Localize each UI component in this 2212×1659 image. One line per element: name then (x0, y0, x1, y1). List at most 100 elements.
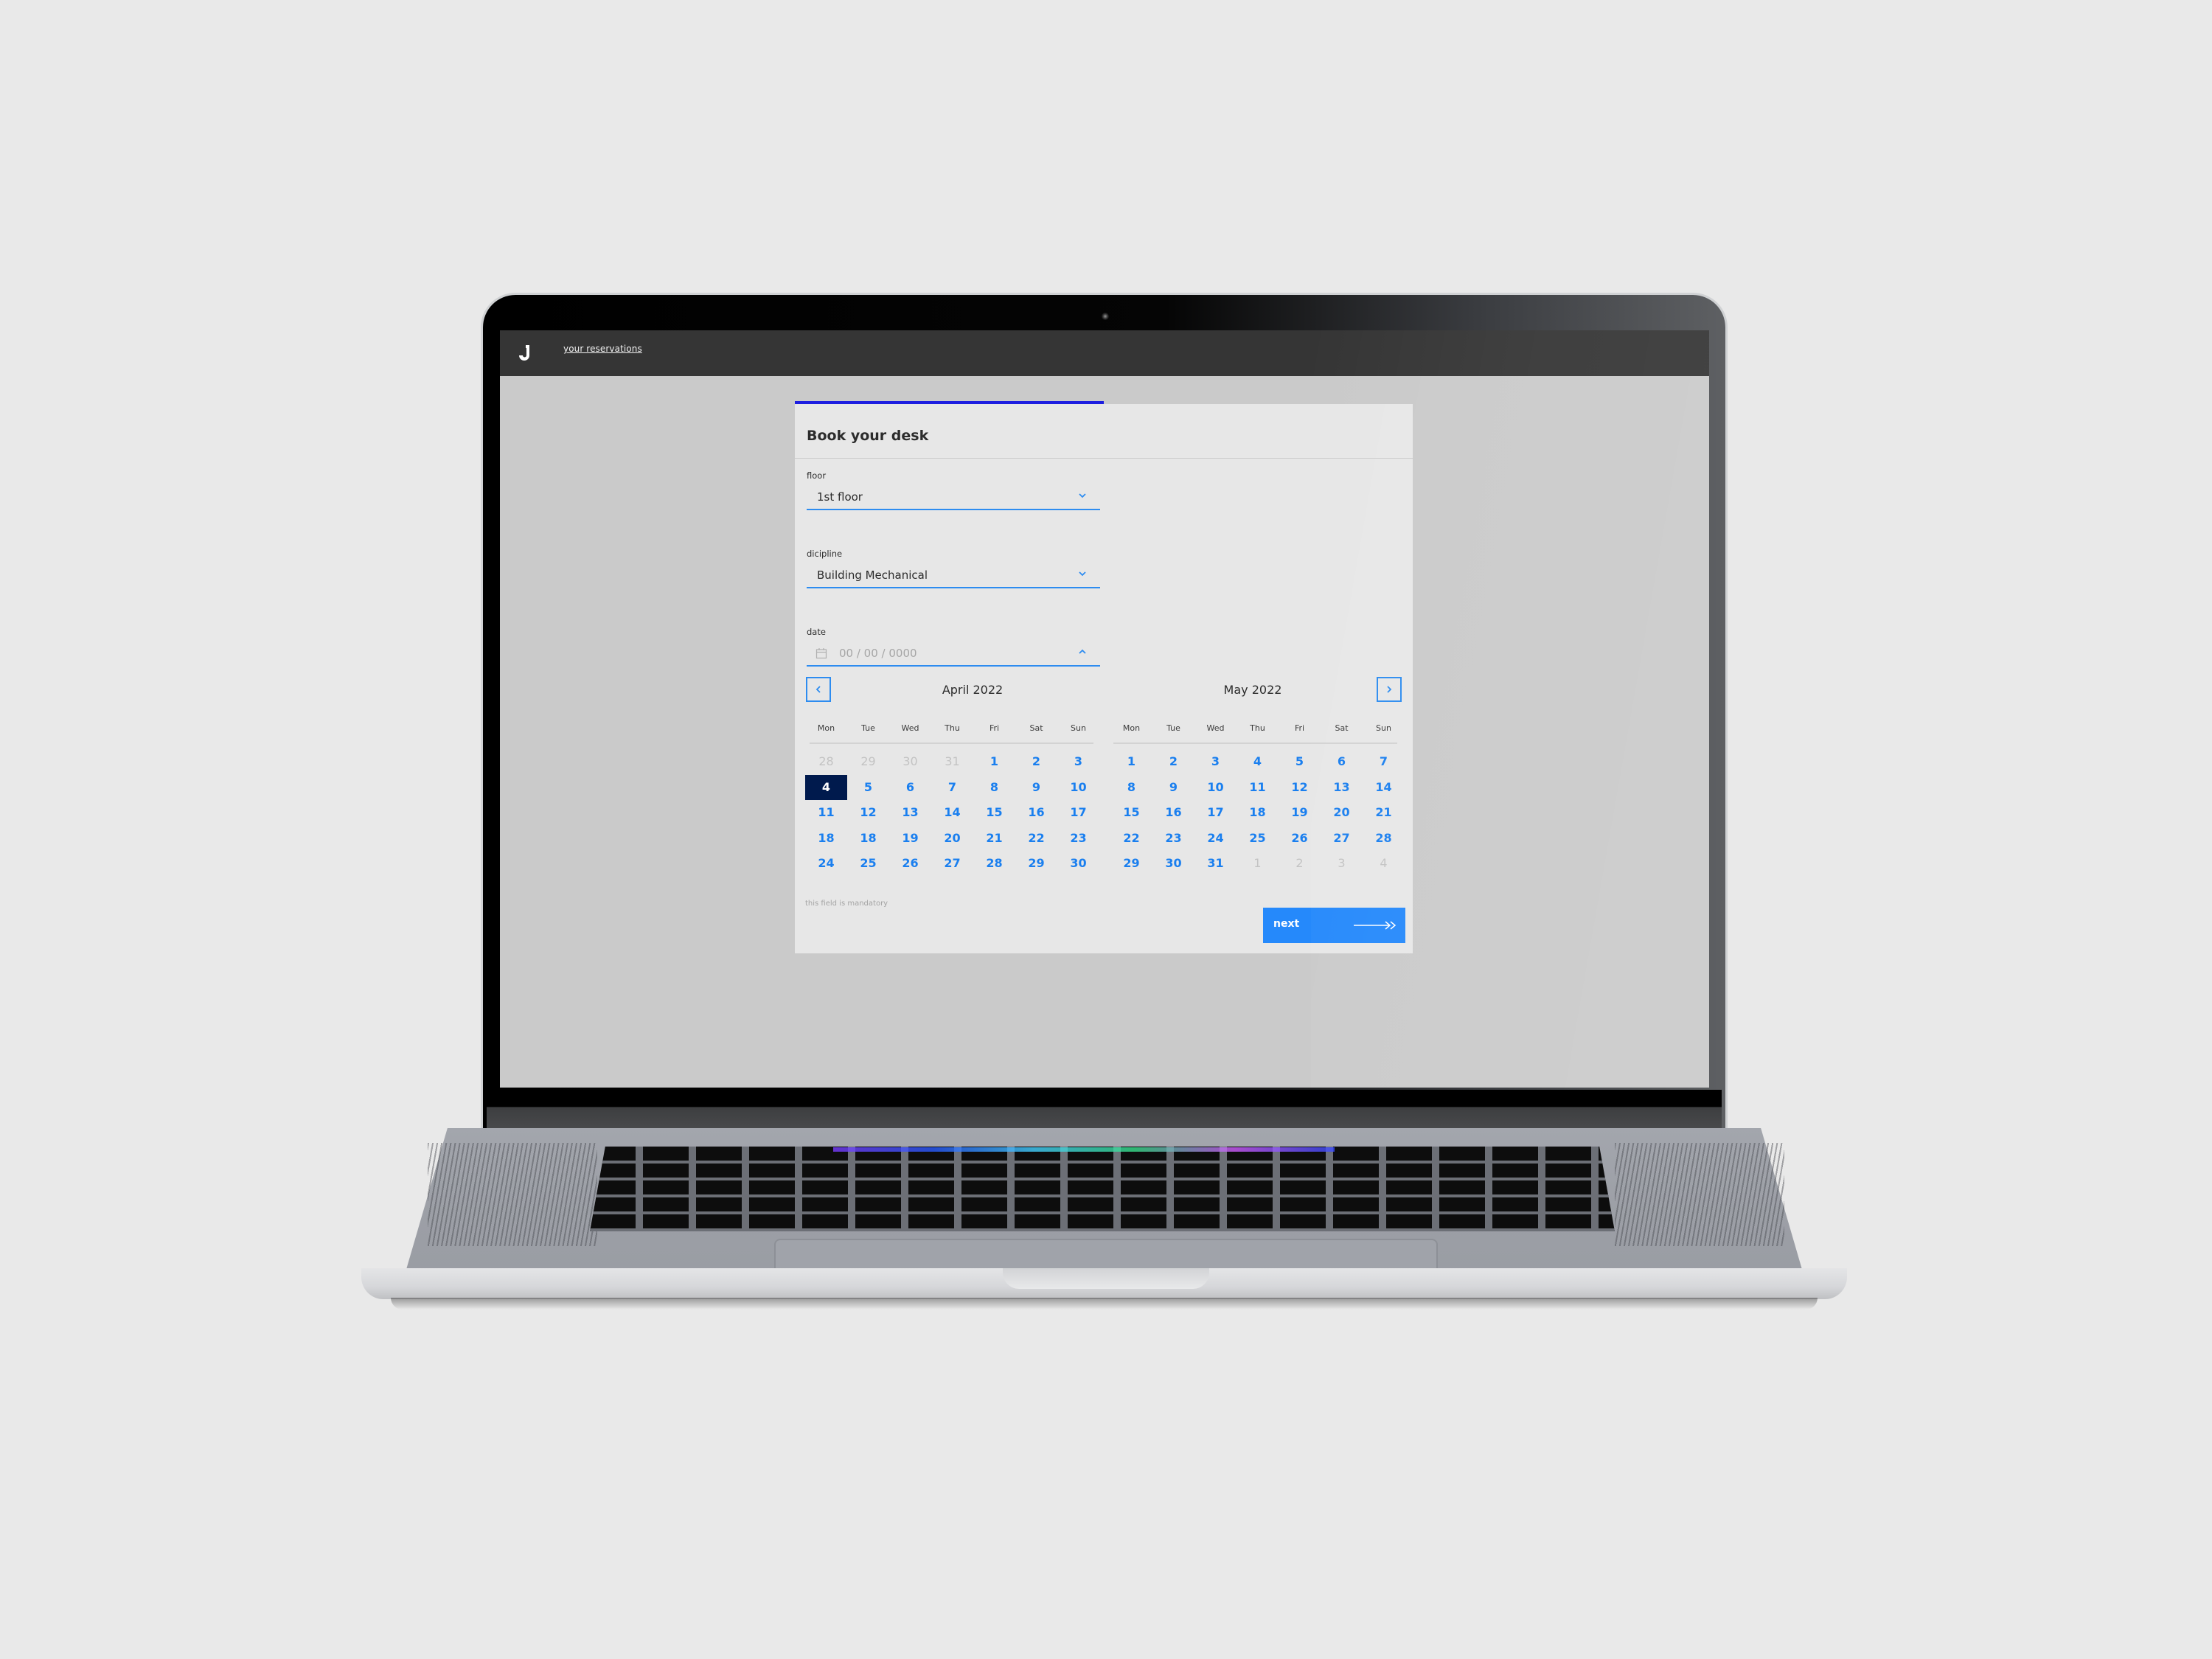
calendar-day[interactable]: 5 (1279, 749, 1321, 775)
calendar-day[interactable]: 23 (1057, 826, 1099, 852)
calendar-day[interactable]: 3 (1194, 749, 1237, 775)
weekday-label: Thu (945, 723, 960, 733)
calendar-day[interactable]: 26 (1279, 826, 1321, 852)
calendar-icon (815, 648, 827, 659)
calendar-day[interactable]: 15 (1110, 800, 1152, 826)
calendar-day[interactable]: 15 (973, 800, 1015, 826)
calendar-day[interactable]: 16 (1015, 800, 1057, 826)
calendar-day[interactable]: 27 (1321, 826, 1363, 852)
date-input[interactable]: 00 / 00 / 0000 (807, 640, 1100, 667)
calendar-day[interactable]: 28 (1363, 826, 1405, 852)
calendar-day[interactable]: 14 (1363, 775, 1405, 801)
day-grid-april: 28 29 30 31 1 2 3 4 5 6 7 8 9 10 11 12 13 14 15 16 17 18 18 19 2… (805, 749, 1099, 877)
calendar-day[interactable]: 13 (1321, 775, 1363, 801)
calendar-day[interactable]: 20 (1321, 800, 1363, 826)
mandatory-hint: this field is mandatory (805, 900, 888, 908)
calendar-day: 29 (860, 754, 876, 768)
calendar-day[interactable]: 28 (973, 851, 1015, 877)
floor-field: floor 1st floor (807, 470, 1100, 515)
booking-card: Book your desk floor 1st floor dicipline… (795, 401, 1413, 953)
calendar-day[interactable]: 11 (1237, 775, 1279, 801)
floor-select[interactable]: 1st floor (807, 484, 1100, 510)
trackpad (774, 1239, 1438, 1272)
touch-bar (833, 1147, 1335, 1152)
calendar-day[interactable]: 26 (889, 851, 931, 877)
calendar-day[interactable]: 13 (889, 800, 931, 826)
calendar-day[interactable]: 7 (1363, 749, 1405, 775)
weekday-label: Fri (989, 723, 1000, 733)
weekday-label: Sat (1029, 723, 1043, 733)
date-placeholder: 00 / 00 / 0000 (839, 647, 917, 660)
discipline-select[interactable]: Building Mechanical (807, 562, 1100, 588)
calendar-day[interactable]: 6 (889, 775, 931, 801)
page-title: Book your desk (807, 428, 929, 444)
weekday-label: Tue (861, 723, 875, 733)
calendar-day[interactable]: 24 (1194, 826, 1237, 852)
weekday-label: Wed (1206, 723, 1225, 733)
calendar-day[interactable]: 25 (847, 851, 889, 877)
calendar-day[interactable]: 2 (1015, 749, 1057, 775)
weekday-label: Thu (1250, 723, 1265, 733)
j-logo-icon[interactable] (519, 345, 531, 361)
calendar-day[interactable]: 10 (1057, 775, 1099, 801)
your-reservations-link[interactable]: your reservations (563, 344, 642, 354)
calendar-day[interactable]: 9 (1152, 775, 1194, 801)
discipline-value: Building Mechanical (817, 568, 928, 582)
calendar-day[interactable]: 6 (1321, 749, 1363, 775)
weekday-label: Sun (1071, 723, 1086, 733)
calendar-day[interactable]: 7 (931, 775, 973, 801)
calendar-day[interactable]: 19 (889, 826, 931, 852)
calendar-day[interactable]: 8 (1110, 775, 1152, 801)
calendar-day[interactable]: 22 (1110, 826, 1152, 852)
calendar-day[interactable]: 25 (1237, 826, 1279, 852)
calendar-day[interactable]: 17 (1057, 800, 1099, 826)
arrow-right-icon (1354, 921, 1397, 930)
calendar-day[interactable]: 30 (1152, 851, 1194, 877)
calendar-day[interactable]: 5 (847, 775, 889, 801)
weekday-label: Mon (817, 723, 835, 733)
next-month-button[interactable] (1377, 677, 1402, 702)
calendar-day[interactable]: 18 (847, 826, 889, 852)
calendar-day[interactable]: 14 (931, 800, 973, 826)
laptop-chin (487, 1090, 1722, 1132)
calendar-day[interactable]: 21 (973, 826, 1015, 852)
calendar-day[interactable]: 8 (973, 775, 1015, 801)
laptop-screen: your reservations Book your desk floor 1… (500, 330, 1709, 1088)
calendar-day[interactable]: 29 (1015, 851, 1057, 877)
calendar-day[interactable]: 18 (805, 826, 847, 852)
calendar-day[interactable]: 1 (973, 749, 1015, 775)
calendar-day[interactable]: 20 (931, 826, 973, 852)
calendar-day[interactable]: 2 (1152, 749, 1194, 775)
progress-bar (795, 401, 1413, 405)
chevron-left-icon (815, 686, 821, 693)
weekday-label: Sun (1376, 723, 1391, 733)
calendar-day[interactable]: 31 (1194, 851, 1237, 877)
next-button[interactable]: next (1263, 908, 1405, 943)
calendar-day[interactable]: 22 (1015, 826, 1057, 852)
prev-month-button[interactable] (806, 677, 831, 702)
calendar-day[interactable]: 16 (1152, 800, 1194, 826)
calendar-day[interactable]: 17 (1194, 800, 1237, 826)
calendar-day[interactable]: 12 (847, 800, 889, 826)
calendar-day[interactable]: 9 (1015, 775, 1057, 801)
calendar-day[interactable]: 29 (1110, 851, 1152, 877)
calendar-day[interactable]: 1 (1110, 749, 1152, 775)
speaker-grille-right (1615, 1143, 1784, 1246)
calendar-day[interactable]: 4 (1237, 749, 1279, 775)
calendar-day[interactable]: 3 (1057, 749, 1099, 775)
calendar-day[interactable]: 30 (1057, 851, 1099, 877)
calendar-day[interactable]: 23 (1152, 826, 1194, 852)
calendar-day[interactable]: 10 (1194, 775, 1237, 801)
chevron-right-icon (1387, 686, 1392, 693)
calendar-day[interactable]: 21 (1363, 800, 1405, 826)
calendar-day[interactable]: 27 (931, 851, 973, 877)
calendar-day[interactable]: 18 (1237, 800, 1279, 826)
floor-label: floor (807, 470, 827, 481)
base-shadow (391, 1298, 1818, 1310)
calendar-day[interactable]: 12 (1279, 775, 1321, 801)
calendar-day[interactable]: 19 (1279, 800, 1321, 826)
discipline-field: dicipline Building Mechanical (807, 549, 1100, 593)
calendar-day[interactable]: 24 (805, 851, 847, 877)
calendar-day-selected[interactable]: 4 (805, 774, 847, 800)
calendar-day[interactable]: 11 (805, 800, 847, 826)
